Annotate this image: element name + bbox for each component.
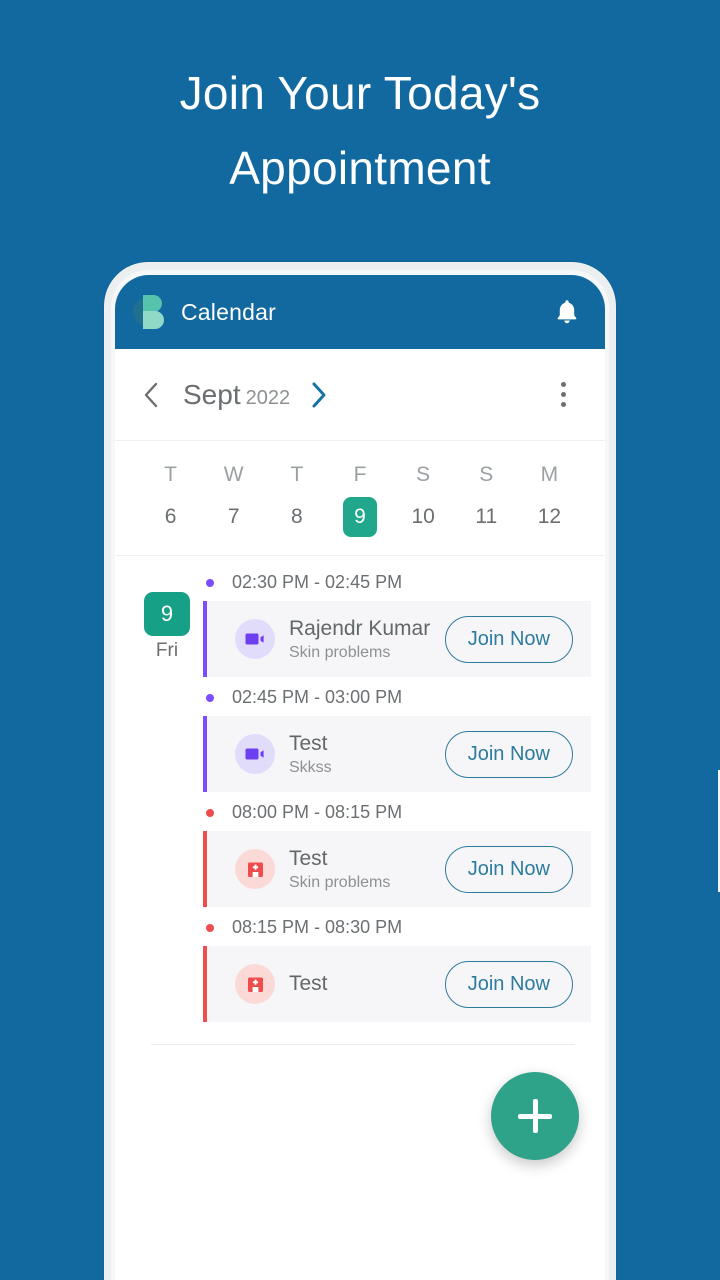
add-appointment-fab[interactable] <box>491 1072 579 1160</box>
week-date-label: 12 <box>537 505 562 528</box>
appointment-type-dot <box>206 693 214 702</box>
clinic-building-icon <box>235 849 275 889</box>
appointment-time-row: 02:30 PM - 02:45 PM <box>203 562 591 601</box>
list-divider <box>151 1044 575 1045</box>
agenda-date-chip: 9 Fri <box>131 592 203 662</box>
weekday-initial: F <box>353 463 367 486</box>
appointment-info: Test Skkss <box>289 731 445 777</box>
appointment-type-dot <box>206 923 214 932</box>
appointment-info: Rajendr Kumar Skin problems <box>289 616 445 662</box>
week-date-label: 9 <box>342 497 377 537</box>
appointment-time: 02:30 PM - 02:45 PM <box>232 572 403 592</box>
appointment-list: 9 Fri 02:30 PM - 02:45 PM Rajendr Kumar … <box>115 556 605 1045</box>
week-date-label: 6 <box>164 505 177 528</box>
next-month-button[interactable] <box>296 373 340 417</box>
join-now-button[interactable]: Join Now <box>444 615 573 663</box>
weekday-initial: S <box>416 463 431 486</box>
clinic-building-icon <box>235 964 275 1004</box>
week-date-label: 10 <box>411 505 435 528</box>
weekday-initial: W <box>223 463 244 486</box>
appointment-subtitle: Skin problems <box>289 874 391 891</box>
week-date-label: 8 <box>291 505 303 528</box>
appointment-card[interactable]: Test Join Now <box>203 946 591 1022</box>
join-now-button[interactable]: Join Now <box>444 730 573 778</box>
week-strip: T W T F S S M 6 7 8 9 10 11 12 <box>115 441 605 556</box>
week-date-cell[interactable]: 10 <box>392 495 455 539</box>
week-date-cell[interactable]: 12 <box>518 495 581 539</box>
month-text: Sept <box>183 378 241 410</box>
appointment-time: 08:15 PM - 08:30 PM <box>232 917 403 937</box>
prev-month-button[interactable] <box>129 373 173 417</box>
video-camera-icon <box>235 734 275 774</box>
appointment-card[interactable]: Rajendr Kumar Skin problems Join Now <box>203 601 591 677</box>
appointment-name: Test <box>289 732 328 755</box>
appointment-info: Test <box>289 971 445 998</box>
bell-icon[interactable] <box>551 295 583 329</box>
page-title: Join Your Today's Appointment <box>179 67 541 194</box>
appointment-name: Test <box>289 847 328 870</box>
appointment-info: Test Skin problems <box>289 846 445 892</box>
appointment-card[interactable]: Test Skkss Join Now <box>203 716 591 792</box>
weekday-initial: S <box>479 463 494 486</box>
app-title: Calendar <box>181 298 276 325</box>
app-bar: Calendar <box>115 275 605 349</box>
chevron-right-icon <box>312 382 326 407</box>
week-date-label: 7 <box>227 505 240 528</box>
year-text: 2022 <box>245 386 291 409</box>
week-date-cell[interactable]: 8 <box>265 495 328 539</box>
appointment-time: 02:45 PM - 03:00 PM <box>232 687 403 707</box>
agenda-date-weekday: Fri <box>155 640 179 661</box>
phone-bezel: Calendar Sept 2022 T W T F S S M 6 7 8 9… <box>111 270 609 1280</box>
week-date-cell[interactable]: 7 <box>202 495 265 539</box>
join-now-button[interactable]: Join Now <box>444 845 573 893</box>
weekday-initials-row: T W T F S S M <box>139 463 581 487</box>
phone-mockup-frame: Calendar Sept 2022 T W T F S S M 6 7 8 9… <box>104 262 720 1280</box>
appointment-time-row: 02:45 PM - 03:00 PM <box>203 677 591 716</box>
chevron-left-icon <box>144 382 158 407</box>
appointment-subtitle: Skin problems <box>289 644 391 661</box>
appointment-name: Rajendr Kumar <box>289 617 431 640</box>
overflow-menu-button[interactable] <box>543 373 583 417</box>
week-date-label: 11 <box>475 505 498 528</box>
brand-logo-icon <box>133 295 167 329</box>
appointment-name: Test <box>289 971 328 995</box>
phone-screen: Calendar Sept 2022 T W T F S S M 6 7 8 9… <box>115 275 605 1280</box>
appointment-card[interactable]: Test Skin problems Join Now <box>203 831 591 907</box>
appointment-subtitle: Skkss <box>289 759 332 776</box>
agenda-date-day: 9 <box>144 592 190 636</box>
appointment-item: 08:15 PM - 08:30 PM Test Join Now <box>115 907 605 1022</box>
appointment-item: 02:45 PM - 03:00 PM Test Skkss Join Now <box>115 677 605 792</box>
appointment-time: 08:00 PM - 08:15 PM <box>232 802 403 822</box>
kebab-menu-icon <box>560 382 566 387</box>
week-date-cell[interactable]: 6 <box>139 495 202 539</box>
week-dates-row: 6 7 8 9 10 11 12 <box>139 495 581 539</box>
appointment-type-dot <box>206 808 214 817</box>
weekday-initial: T <box>164 463 177 486</box>
join-now-button[interactable]: Join Now <box>444 960 573 1008</box>
weekday-initial: T <box>290 463 304 486</box>
month-navigation-bar: Sept 2022 <box>115 349 605 441</box>
video-camera-icon <box>235 619 275 659</box>
week-date-cell[interactable]: 11 <box>455 495 518 539</box>
appointment-time-row: 08:00 PM - 08:15 PM <box>203 792 591 831</box>
appointment-item: 08:00 PM - 08:15 PM Test Skin problems J… <box>115 792 605 907</box>
month-year-label: Sept 2022 <box>183 379 290 411</box>
week-date-cell-selected[interactable]: 9 <box>328 495 391 539</box>
appointment-time-row: 08:15 PM - 08:30 PM <box>203 907 591 946</box>
weekday-initial: M <box>540 463 559 486</box>
appointment-type-dot <box>206 578 214 587</box>
